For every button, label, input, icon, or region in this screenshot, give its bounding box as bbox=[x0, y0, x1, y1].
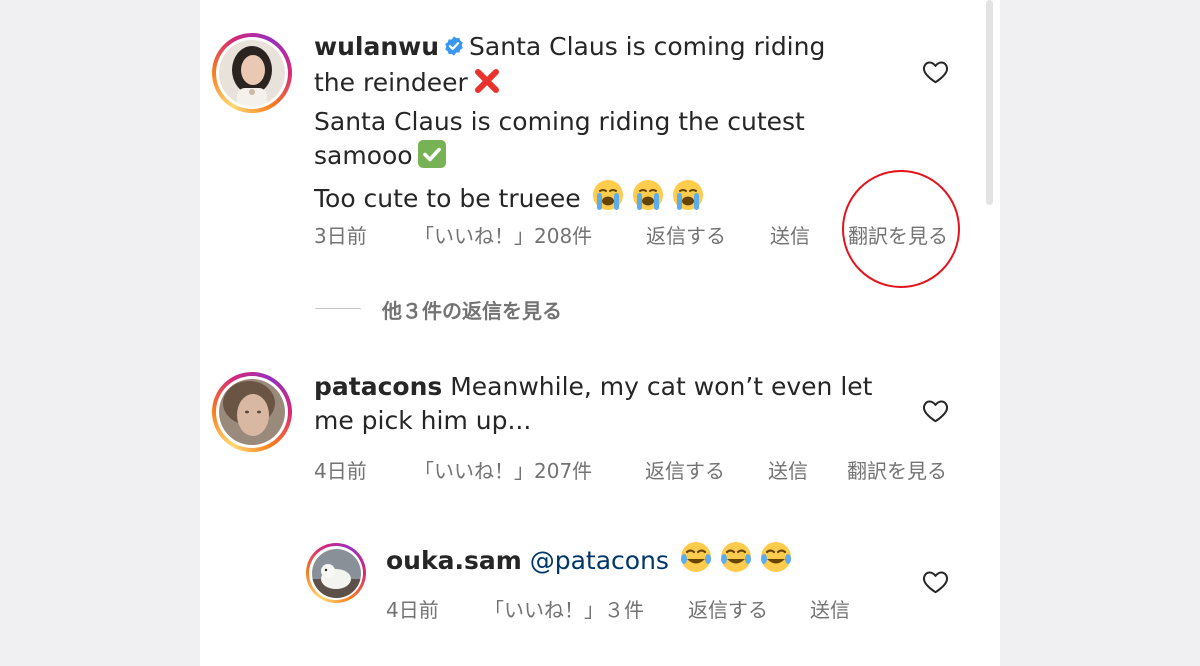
comment-text-line: Santa Claus is coming riding bbox=[469, 32, 826, 61]
comment-text-line: Too cute to be trueee bbox=[314, 184, 581, 213]
comment-line: Too cute to be trueee bbox=[314, 178, 894, 221]
like-heart-icon[interactable] bbox=[922, 398, 949, 427]
like-count[interactable]: 「いいね！」207件 bbox=[414, 455, 592, 484]
see-translation-button[interactable]: 翻訳を見る bbox=[847, 455, 947, 484]
comment-text-line: me pick him up... bbox=[314, 406, 532, 435]
reply-meta: 4日前 「いいね！」３件 返信する 送信 bbox=[386, 594, 946, 623]
comment-body: patacons Meanwhile, my cat won’t even le… bbox=[314, 370, 914, 438]
cross-mark-emoji bbox=[472, 66, 502, 105]
like-count[interactable]: 「いいね！」208件 bbox=[414, 220, 592, 249]
username[interactable]: ouka.sam bbox=[386, 546, 522, 575]
comment-text-line: the reindeer bbox=[314, 68, 468, 97]
scrollbar[interactable] bbox=[986, 0, 993, 205]
username[interactable]: wulanwu bbox=[314, 32, 439, 61]
comment-time: 4日前 bbox=[386, 598, 439, 622]
check-mark-emoji bbox=[417, 139, 447, 178]
reply-button[interactable]: 返信する bbox=[646, 220, 726, 249]
mention-link[interactable]: @patacons bbox=[530, 546, 669, 575]
comment-text-line: Meanwhile, my cat won’t even let bbox=[450, 372, 873, 401]
comment-line: patacons Meanwhile, my cat won’t even le… bbox=[314, 370, 914, 404]
comment-text-line: samooo bbox=[314, 141, 413, 170]
tears-of-joy-emoji bbox=[719, 540, 753, 583]
comment-text-line: Santa Claus is coming riding the cutest bbox=[314, 107, 805, 136]
highlight-circle bbox=[842, 170, 960, 288]
comment-time: 4日前 bbox=[314, 459, 367, 483]
send-button[interactable]: 送信 bbox=[810, 594, 850, 623]
loudly-crying-emoji bbox=[671, 178, 705, 221]
comment-body: wulanwu Santa Claus is coming riding the … bbox=[314, 30, 894, 221]
tears-of-joy-emoji bbox=[759, 540, 793, 583]
send-button[interactable]: 送信 bbox=[768, 455, 808, 484]
loudly-crying-emoji bbox=[631, 178, 665, 221]
view-replies-label: 他３件の返信を見る bbox=[382, 299, 562, 323]
like-count[interactable]: 「いいね！」３件 bbox=[484, 594, 644, 623]
tears-of-joy-emoji bbox=[679, 540, 713, 583]
send-button[interactable]: 送信 bbox=[770, 220, 810, 249]
avatar-ouka-sam[interactable] bbox=[306, 543, 366, 603]
comment-line: me pick him up... bbox=[314, 404, 914, 438]
comment-meta: 4日前 「いいね！」207件 返信する 送信 翻訳を見る bbox=[314, 455, 974, 484]
comment-line: samooo bbox=[314, 139, 894, 178]
verified-badge-icon bbox=[443, 32, 465, 66]
divider bbox=[315, 308, 361, 309]
loudly-crying-emoji bbox=[591, 178, 625, 221]
reply-button[interactable]: 返信する bbox=[688, 594, 768, 623]
comment-line: the reindeer bbox=[314, 66, 894, 105]
comment-line: Santa Claus is coming riding the cutest bbox=[314, 105, 894, 139]
comment-line: wulanwu Santa Claus is coming riding bbox=[314, 30, 894, 66]
username[interactable]: patacons bbox=[314, 372, 442, 401]
like-heart-icon[interactable] bbox=[922, 59, 949, 88]
comment-time: 3日前 bbox=[314, 224, 367, 248]
reply-body: ouka.sam @patacons bbox=[386, 540, 906, 583]
avatar-patacons[interactable] bbox=[212, 372, 292, 452]
reply-button[interactable]: 返信する bbox=[645, 455, 725, 484]
avatar-wulanwu[interactable] bbox=[212, 33, 292, 113]
